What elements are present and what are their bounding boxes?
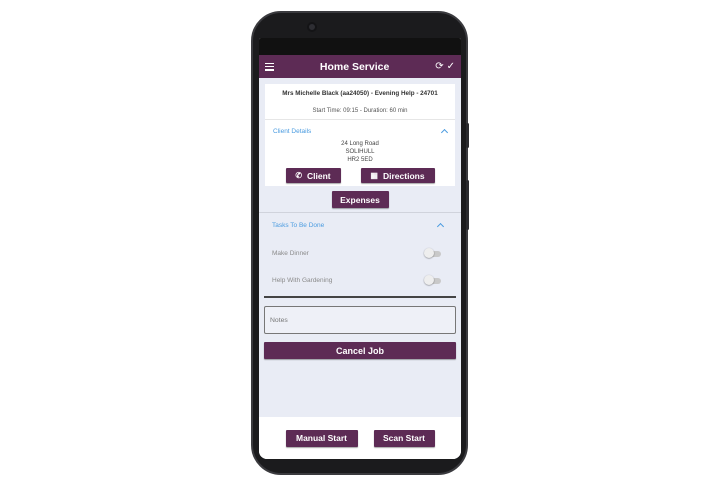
bottom-action-bar: Manual Start Scan Start: [259, 417, 461, 459]
directions-button[interactable]: ▦ Directions: [360, 168, 435, 184]
stage: Home Service ⟳ ✓ Mrs Michelle Black (aa2…: [0, 0, 720, 486]
client-details-header[interactable]: Client Details: [265, 120, 455, 137]
app-title: Home Service: [319, 60, 390, 73]
address-line: HR2 5ED: [347, 156, 373, 163]
tasks-header[interactable]: Tasks To Be Done: [259, 213, 461, 231]
status-bar: [259, 38, 461, 55]
power-button: [466, 123, 469, 148]
map-icon: ▦: [370, 171, 378, 181]
chevron-up-icon[interactable]: [440, 128, 449, 137]
volume-button: [466, 180, 469, 230]
job-time: Start Time: 09:15 - Duration: 60 min: [265, 97, 455, 120]
task-label: Help With Gardening: [272, 277, 333, 285]
address-line: 24 Long Road: [341, 141, 379, 147]
client-details-label: Client Details: [273, 128, 312, 135]
expenses-button[interactable]: Expenses: [331, 191, 389, 209]
address-line: SOLIHULL: [345, 148, 375, 155]
cancel-job-button[interactable]: Cancel Job: [264, 342, 456, 360]
notes-placeholder: Notes: [270, 316, 288, 324]
client-address: 24 Long Road SOLIHULL HR2 5ED: [265, 137, 455, 164]
sync-icon[interactable]: ⟳: [435, 61, 443, 72]
client-button-label: Client: [307, 170, 331, 181]
client-actions: ✆ Client ▦ Directions: [265, 164, 455, 186]
hamburger-menu-icon[interactable]: [265, 62, 274, 71]
task-label: Make Dinner: [272, 250, 309, 258]
manual-start-button[interactable]: Manual Start: [285, 429, 358, 447]
client-button[interactable]: ✆ Client: [285, 168, 341, 184]
front-camera: [307, 22, 317, 32]
app-bar-actions: ⟳ ✓: [435, 61, 455, 72]
scan-start-button[interactable]: Scan Start: [373, 429, 435, 447]
notes-input[interactable]: Notes: [264, 306, 456, 335]
expenses-row: Expenses: [259, 191, 461, 209]
chevron-up-icon[interactable]: [436, 223, 445, 231]
phone-icon: ✆: [295, 171, 303, 181]
task-toggle[interactable]: [424, 248, 441, 259]
task-item: Help With Gardening: [259, 267, 461, 294]
tasks-header-label: Tasks To Be Done: [272, 222, 325, 230]
check-icon[interactable]: ✓: [447, 61, 455, 72]
task-toggle[interactable]: [424, 275, 441, 286]
job-title: Mrs Michelle Black (aa24050) - Evening H…: [282, 90, 438, 97]
app-bar: Home Service ⟳ ✓: [259, 55, 461, 78]
phone-screen: Home Service ⟳ ✓ Mrs Michelle Black (aa2…: [259, 38, 461, 459]
directions-button-label: Directions: [382, 170, 425, 181]
task-list: Make Dinner Help With Gardening: [259, 240, 461, 294]
divider: [264, 296, 456, 299]
job-card: Mrs Michelle Black (aa24050) - Evening H…: [265, 84, 455, 187]
task-item: Make Dinner: [259, 240, 461, 267]
